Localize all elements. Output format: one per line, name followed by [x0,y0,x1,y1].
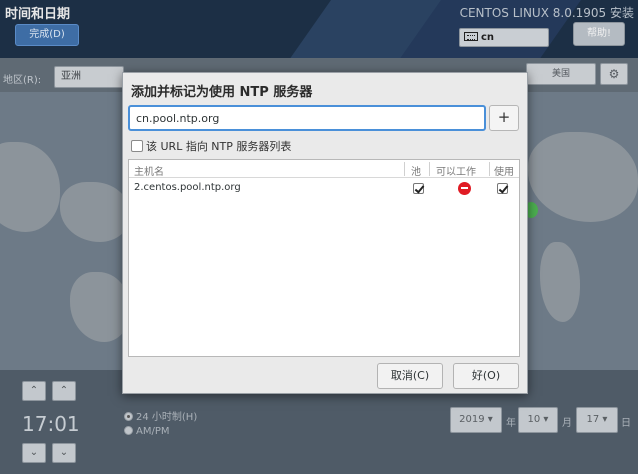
ntp-server-table: 主机名 池 可以工作 使用 2.centos.pool.ntp.org [128,159,520,357]
column-header-use[interactable]: 使用 [494,163,514,178]
map-landmass [540,242,580,322]
url-pool-checkbox[interactable]: 该 URL 指向 NTP 服务器列表 [131,138,291,154]
format-ampm-radio[interactable]: AM/PM [124,426,170,437]
radio-selected-icon [124,412,133,421]
table-header: 主机名 池 可以工作 使用 [129,160,519,178]
hour-down-button[interactable]: ⌄ [22,443,46,463]
not-working-icon [458,182,471,195]
map-landmass [70,272,130,342]
ntp-server-dialog: 添加并标记为使用 NTP 服务器 + 该 URL 指向 NTP 服务器列表 主机… [122,72,528,394]
day-label: 日 [621,418,631,429]
column-header-host[interactable]: 主机名 [134,163,164,178]
year-select[interactable]: 2019 ▾ [450,407,502,433]
column-header-working[interactable]: 可以工作 [436,163,476,178]
day-select[interactable]: 17 ▾ [576,407,618,433]
top-bar: 时间和日期 完成(D) CENTOS LINUX 8.0.1905 安装 cn … [0,0,638,58]
radio-unselected-icon [124,426,133,435]
map-landmass [528,132,638,222]
ok-button[interactable]: 好(O) [453,363,519,389]
column-divider [429,162,430,176]
add-server-button[interactable]: + [489,105,519,131]
use-checkbox[interactable] [497,183,508,194]
column-header-pool[interactable]: 池 [411,163,421,178]
page-title: 时间和日期 [5,7,71,22]
server-hostname: 2.centos.pool.ntp.org [134,182,241,193]
column-divider [404,162,405,176]
map-landmass [0,142,60,232]
product-name: CENTOS LINUX 8.0.1905 安装 [459,6,634,20]
url-pool-checkbox-label: 该 URL 指向 NTP 服务器列表 [146,140,292,153]
format-ampm-label: AM/PM [136,426,170,437]
time-display: 17:01 [22,412,80,436]
hour-up-button[interactable]: ⌃ [22,381,46,401]
table-row[interactable]: 2.centos.pool.ntp.org [129,179,519,197]
keyboard-icon [464,32,478,41]
format-24h-label: 24 小时制(H) [136,412,198,423]
cancel-button[interactable]: 取消(C) [377,363,443,389]
month-select[interactable]: 10 ▾ [518,407,558,433]
minute-down-button[interactable]: ⌄ [52,443,76,463]
dialog-title: 添加并标记为使用 NTP 服务器 [131,85,313,100]
region-label: 地区(R): [3,75,42,86]
done-button[interactable]: 完成(D) [15,24,79,46]
region-select[interactable]: 亚洲 [54,66,124,88]
help-button[interactable]: 帮助! [573,22,625,46]
year-label: 年 [506,418,516,429]
format-24h-radio[interactable]: 24 小时制(H) [124,408,197,423]
pool-checkbox[interactable] [413,183,424,194]
month-label: 月 [562,418,572,429]
minute-up-button[interactable]: ⌃ [52,381,76,401]
ntp-server-input[interactable] [128,105,486,131]
keyboard-layout-indicator[interactable]: cn [459,28,549,47]
map-landmass [60,182,130,242]
checkbox-unchecked-icon [131,140,143,152]
city-select[interactable]: 美国 [526,63,596,85]
column-divider [489,162,490,176]
keyboard-layout-label: cn [481,32,495,43]
gear-icon[interactable]: ⚙ [600,63,628,85]
